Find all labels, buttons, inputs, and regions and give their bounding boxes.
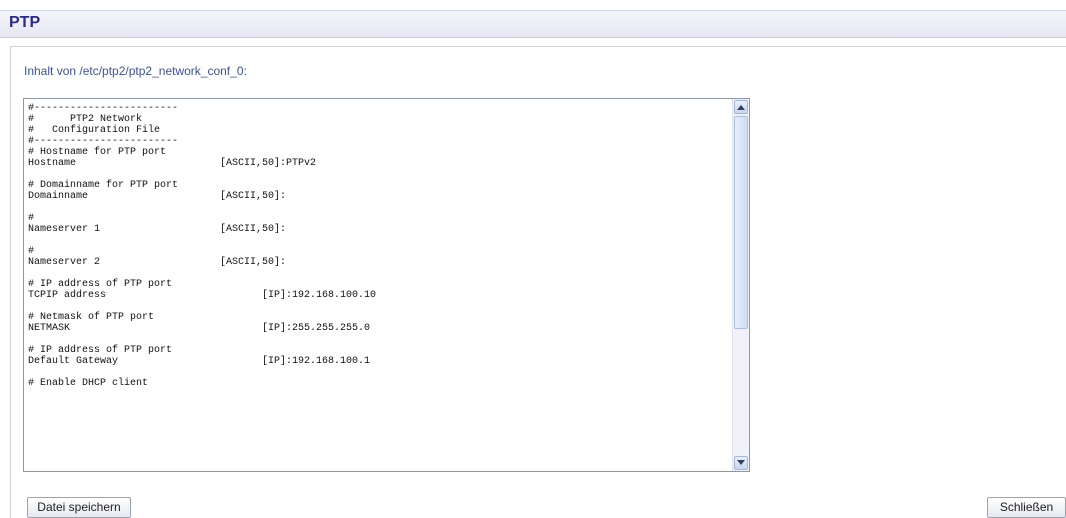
config-line (28, 268, 728, 279)
config-line (28, 367, 728, 378)
config-line (28, 301, 728, 312)
page-title: PTP (9, 14, 41, 31)
config-line (28, 169, 728, 180)
config-line: # Configuration File (28, 125, 161, 136)
config-line: #------------------------ (28, 103, 179, 114)
config-line: # Hostname for PTP port (28, 147, 167, 158)
config-line: # (28, 246, 35, 257)
close-button[interactable]: Schließen (987, 497, 1066, 518)
scroll-down-button[interactable] (734, 456, 748, 470)
config-line: Domainname [ASCII,50]: (28, 191, 287, 202)
save-file-button[interactable]: Datei speichern (27, 497, 131, 518)
config-line: Nameserver 2 [ASCII,50]: (28, 257, 287, 268)
config-line: # (28, 213, 35, 224)
page-header: PTP (0, 10, 1066, 38)
scroll-thumb[interactable] (734, 116, 748, 329)
config-line: Hostname [ASCII,50]:PTPv2 (28, 158, 317, 169)
config-line: # PTP2 Network (28, 114, 143, 125)
config-line: # IP address of PTP port (28, 279, 173, 290)
config-line: Default Gateway [IP]:192.168.100.1 (28, 356, 371, 367)
config-line (28, 202, 728, 213)
config-line: # IP address of PTP port (28, 345, 173, 356)
config-line: # Netmask of PTP port (28, 312, 155, 323)
config-line: # Enable DHCP client (28, 378, 149, 389)
scroll-up-button[interactable] (734, 100, 748, 114)
chevron-down-icon (737, 460, 745, 465)
config-line: NETMASK [IP]:255.255.255.0 (28, 323, 371, 334)
vertical-scrollbar[interactable] (732, 99, 749, 471)
file-path-label: Inhalt von /etc/ptp2/ptp2_network_conf_0… (24, 64, 247, 78)
config-line (28, 334, 728, 345)
config-line (28, 235, 728, 246)
config-line: Nameserver 1 [ASCII,50]: (28, 224, 287, 235)
chevron-up-icon (737, 105, 745, 110)
config-line: #------------------------ (28, 136, 179, 147)
config-textarea[interactable]: #------------------------ # PTP2 Network #… (23, 98, 750, 472)
config-line: # Domainname for PTP port (28, 180, 179, 191)
config-line: TCPIP address [IP]:192.168.100.10 (28, 290, 377, 301)
config-text[interactable]: #------------------------ # PTP2 Network #… (24, 99, 732, 471)
